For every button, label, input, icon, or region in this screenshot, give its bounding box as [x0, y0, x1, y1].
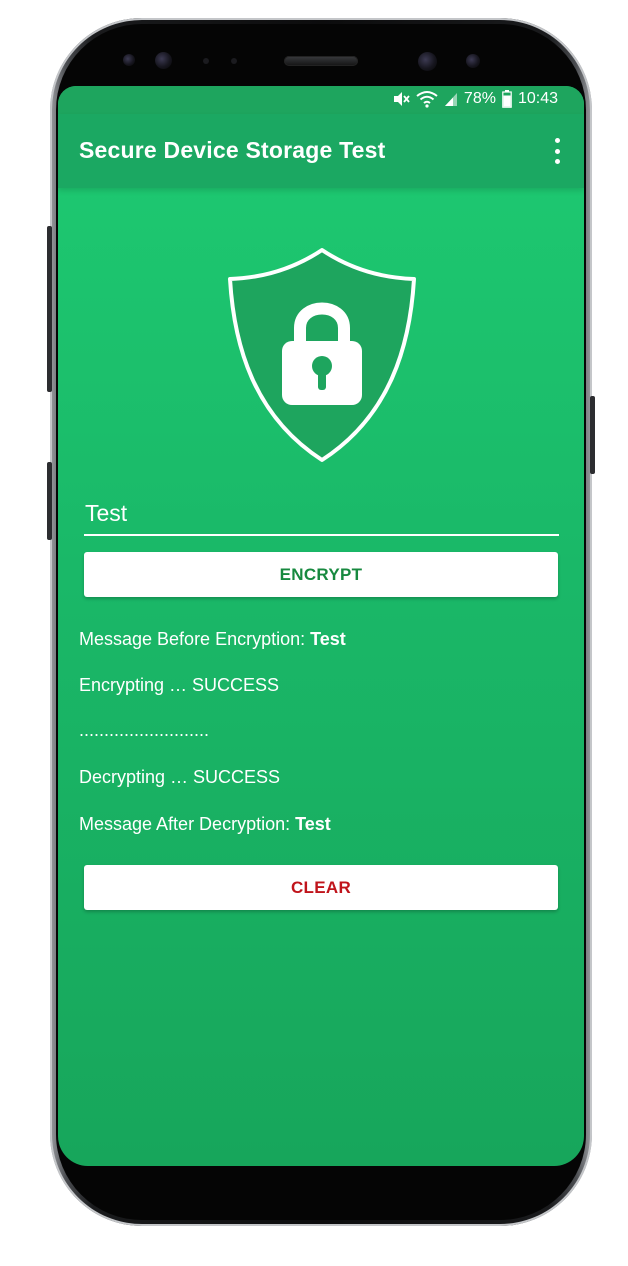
log-before-label: Message Before Encryption: — [79, 629, 311, 649]
shield-lock-icon — [228, 248, 416, 462]
log-before-encryption: Message Before Encryption: Test — [79, 629, 346, 650]
bixby-button — [47, 226, 52, 392]
volume-button — [47, 462, 52, 540]
iris-camera — [466, 54, 480, 68]
proximity-sensor — [123, 54, 135, 66]
app-screen: 78% 10:43 Secure Device Storage Test Tes… — [58, 86, 584, 1166]
signal-icon — [444, 91, 458, 107]
app-title: Secure Device Storage Test — [79, 137, 386, 163]
device-mockup: 78% 10:43 Secure Device Storage Test Tes… — [0, 0, 628, 1266]
status-led — [231, 58, 237, 64]
clear-button[interactable]: CLEAR — [84, 865, 558, 910]
status-icons: 78% 10:43 — [392, 90, 558, 108]
log-after-value: Test — [295, 814, 331, 834]
front-camera — [418, 52, 437, 71]
power-button — [590, 396, 595, 474]
iris-scanner — [155, 52, 172, 69]
log-after-decryption: Message After Decryption: Test — [79, 814, 331, 835]
mute-icon — [392, 90, 410, 108]
log-encrypting-status: Encrypting … SUCCESS — [79, 675, 280, 695]
battery-icon — [502, 90, 512, 108]
message-input[interactable] — [84, 492, 559, 536]
app-toolbar: Secure Device Storage Test — [58, 114, 584, 188]
battery-percent: 78% — [463, 90, 496, 107]
log-decrypting-status: Decrypting … SUCCESS — [79, 767, 281, 787]
log-before-value: Test — [310, 629, 346, 649]
wifi-icon — [416, 90, 438, 108]
encrypt-button[interactable]: ENCRYPT — [84, 552, 558, 597]
log-after-label: Message After Decryption: — [79, 814, 296, 834]
clock: 10:43 — [517, 90, 558, 107]
status-bar: 78% 10:43 — [58, 86, 584, 114]
earpiece-speaker — [284, 56, 358, 66]
more-vert-icon[interactable] — [552, 138, 562, 164]
log-separator: .......................... — [79, 720, 210, 740]
light-sensor — [203, 58, 209, 64]
